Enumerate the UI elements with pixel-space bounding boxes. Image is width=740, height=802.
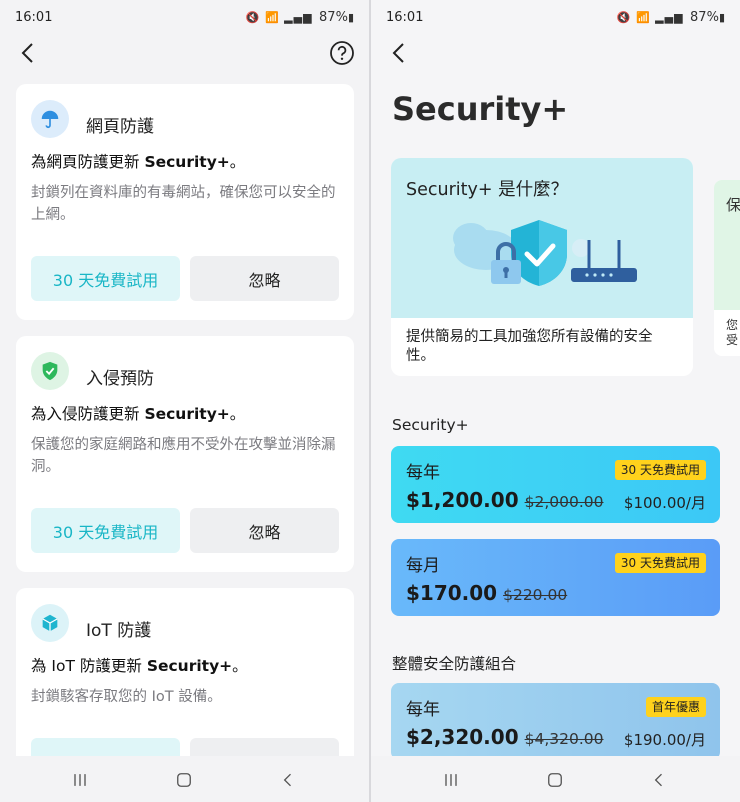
intrusion-prevention-card: 入侵預防 為入侵防護更新 Security+。 保護您的家庭網路和應用不受外在攻… (16, 336, 354, 572)
card-description: 封鎖列在資料庫的有毒網站，確保您可以安全的上網。 (31, 185, 336, 223)
card-description: 保護您的家庭網路和應用不受外在攻擊並消除漏洞。 (31, 437, 336, 475)
plan-bundle-yearly[interactable]: 每年 首年優惠 $2,320.00 $4,320.00 $190.00/月 (391, 683, 720, 760)
card-headline: 為入侵防護更新 Security+。 (31, 405, 246, 423)
plan-badge: 30 天免費試用 (614, 553, 706, 573)
status-icons: 🔇 📶 ▂▄▆ 87%▮ (245, 10, 355, 25)
card-title: 網頁防護 (86, 117, 154, 137)
recent-apps-button[interactable] (439, 768, 463, 792)
info-card-title: Security+ 是什麼？ (406, 180, 569, 200)
plan-original-price: $220.00 (503, 586, 568, 604)
status-bar: 16:01 🔇 📶 ▂▄▆ 87%▮ (0, 0, 369, 34)
plan-period: 每月 (406, 556, 440, 576)
status-icons: 🔇 📶 ▂▄▆ 87%▮ (616, 10, 726, 25)
recent-apps-icon (445, 774, 457, 786)
help-button[interactable] (329, 40, 355, 66)
plan-price: $1,200.00 $2,000.00 (406, 488, 604, 512)
plan-per-month: $100.00/月 (623, 494, 706, 512)
home-button[interactable] (172, 768, 196, 792)
chevron-left-icon (283, 773, 291, 787)
web-protection-card: 網頁防護 為網頁防護更新 Security+。 封鎖列在資料庫的有毒網站，確保您… (16, 84, 354, 320)
battery-level: 87% (319, 10, 348, 25)
status-bar: 16:01 🔇 📶 ▂▄▆ 87%▮ (371, 0, 740, 34)
home-icon (177, 773, 191, 787)
what-is-security-card[interactable]: Security+ 是什麼？ 提供簡易的工具加強您所有設備的安全性。 (391, 158, 693, 376)
recent-apps-icon (74, 774, 86, 786)
recent-apps-button[interactable] (68, 768, 92, 792)
chevron-left-icon (392, 43, 404, 63)
plan-price: $170.00 $220.00 (406, 581, 568, 605)
left-screen: 16:01 🔇 📶 ▂▄▆ 87%▮ 網頁防護 為網頁防護更新 Security… (0, 0, 369, 802)
card-title: IoT 防護 (86, 621, 152, 641)
card-headline: 為 IoT 防護更新 Security+。 (31, 657, 248, 675)
peek-description: 您 受 (726, 318, 739, 347)
right-screen: 16:01 🔇 📶 ▂▄▆ 87%▮ Security+ Security+ 是… (371, 0, 740, 802)
next-info-card-peek[interactable]: 保 您 受 (714, 180, 740, 356)
peek-title: 保 (726, 196, 740, 214)
plan-period: 每年 (406, 700, 440, 720)
home-button[interactable] (543, 768, 567, 792)
back-button[interactable] (16, 40, 42, 66)
plan-badge: 30 天免費試用 (614, 460, 706, 480)
plan-original-price: $2,000.00 (524, 493, 604, 511)
ignore-button[interactable]: 忽略 (190, 508, 339, 553)
card-headline: 為網頁防護更新 Security+。 (31, 153, 246, 171)
plan-price: $2,320.00 $4,320.00 (406, 725, 604, 749)
free-trial-button[interactable]: 30 天免費試用 (31, 508, 180, 553)
section-label-bundle: 整體安全防護組合 (392, 655, 517, 673)
battery-level: 87% (690, 10, 719, 25)
system-nav-bar (0, 756, 369, 802)
plan-badge: 首年優惠 (645, 697, 706, 717)
shield-check-icon (31, 352, 69, 390)
chevron-left-icon (654, 773, 662, 787)
help-circle-icon (330, 41, 354, 65)
status-time: 16:01 (386, 10, 424, 25)
plan-per-month: $190.00/月 (623, 731, 706, 749)
back-button[interactable] (387, 40, 413, 66)
ignore-button[interactable]: 忽略 (190, 256, 339, 301)
cube-icon (31, 604, 69, 642)
plan-monthly[interactable]: 每月 30 天免費試用 $170.00 $220.00 (391, 539, 720, 616)
status-time: 16:01 (15, 10, 53, 25)
chevron-left-icon (21, 43, 33, 63)
plan-yearly[interactable]: 每年 30 天免費試用 $1,200.00 $2,000.00 $100.00/月 (391, 446, 720, 523)
page-title: Security+ (392, 90, 569, 128)
plan-original-price: $4,320.00 (524, 730, 604, 748)
home-icon (548, 773, 562, 787)
card-title: 入侵預防 (86, 369, 154, 389)
umbrella-icon (31, 100, 69, 138)
free-trial-button[interactable]: 30 天免費試用 (31, 256, 180, 301)
nav-back-button[interactable] (276, 768, 300, 792)
system-nav-bar (371, 756, 740, 802)
section-label-security-plus: Security+ (392, 416, 469, 434)
plan-period: 每年 (406, 463, 440, 483)
info-card-description: 提供簡易的工具加強您所有設備的安全性。 (406, 329, 653, 364)
card-description: 封鎖駭客存取您的 IoT 設備。 (31, 689, 222, 705)
nav-back-button[interactable] (647, 768, 671, 792)
